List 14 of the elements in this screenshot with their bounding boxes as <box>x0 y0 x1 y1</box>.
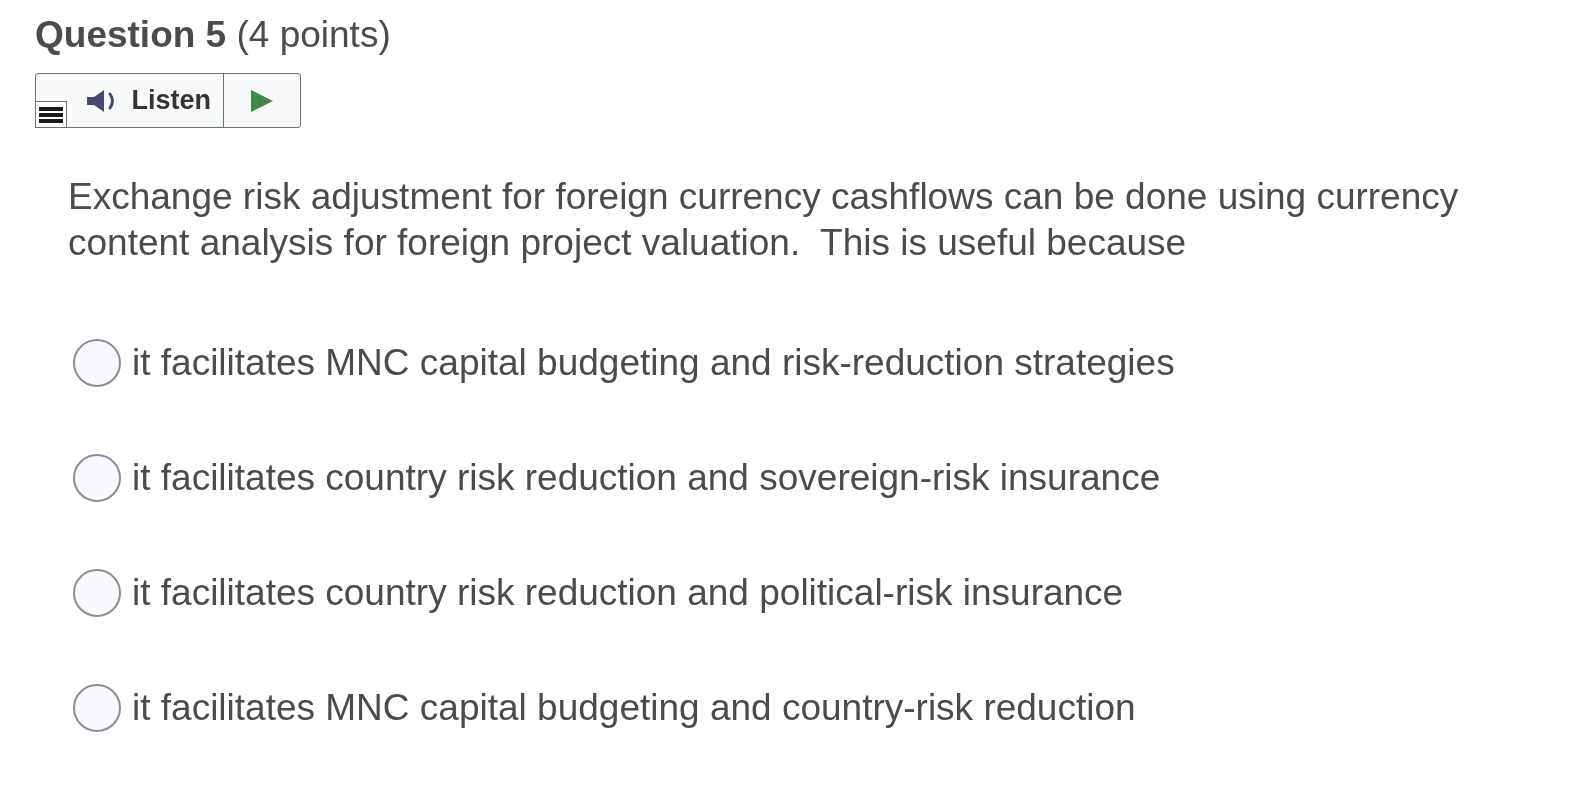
radio-button[interactable] <box>73 454 121 502</box>
radio-button[interactable] <box>73 684 121 732</box>
question-points: (4 points) <box>236 14 391 55</box>
answer-option[interactable]: it facilitates MNC capital budgeting and risk-reduction strategies <box>132 341 1175 385</box>
radio-button[interactable] <box>73 569 121 617</box>
answer-option[interactable]: it facilitates country risk reduction and sovereign-risk insurance <box>132 456 1161 500</box>
question-text: Exchange risk adjustment for foreign currency cashflows can be done using currency content analysis for foreign project valuation. This is useful because <box>68 175 1460 265</box>
answer-option[interactable]: it facilitates MNC capital budgeting and country-risk reduction <box>132 686 1136 730</box>
question-title: Question 5 <box>35 14 227 55</box>
play-icon <box>251 89 273 112</box>
listen-button[interactable]: Listen <box>36 74 223 127</box>
menu-icon[interactable] <box>35 101 67 128</box>
answer-option[interactable]: it facilitates country risk reduction and political-risk insurance <box>132 571 1124 615</box>
radio-button[interactable] <box>73 339 121 387</box>
